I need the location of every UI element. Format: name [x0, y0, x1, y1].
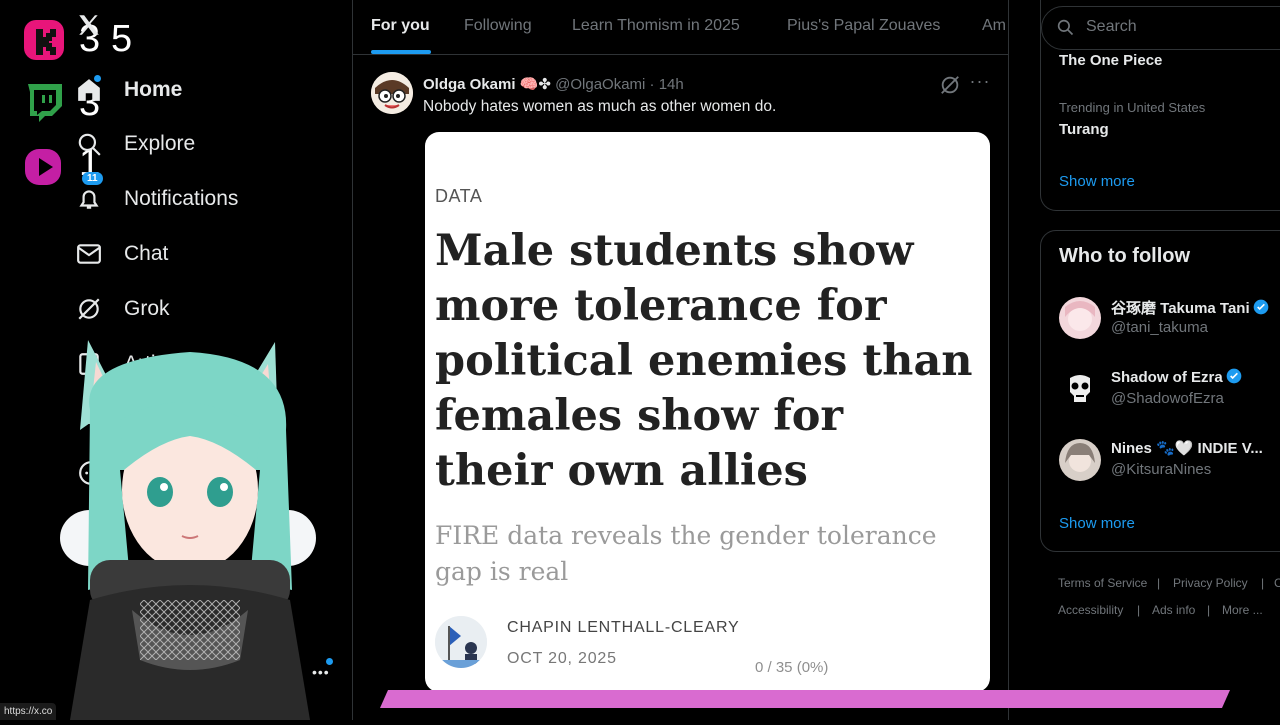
card-date: OCT 20, 2025 — [507, 650, 617, 667]
user-name[interactable]: Nines 🐾🤍 INDIE V... — [1111, 439, 1263, 457]
post-text: Nobody hates women as much as other wome… — [423, 98, 777, 115]
timeline-tabs: For you Following Learn Thomism in 2025 … — [353, 0, 1008, 55]
right-sidebar: The One Piece Trending in United States … — [1007, 0, 1280, 720]
article-card[interactable]: DATA Male students show more tolerance f… — [425, 132, 990, 692]
bell-icon: 11 — [74, 172, 104, 214]
verified-badge-icon — [1226, 368, 1242, 384]
trend-item-name[interactable]: Turang — [1059, 121, 1109, 138]
verified-badge-icon — [1253, 299, 1268, 315]
progress-text: 0 / 35 (0%) — [755, 659, 829, 676]
card-title: Male students show more tolerance for po… — [435, 226, 973, 496]
card-author-avatar — [435, 616, 487, 668]
trends-show-more-link[interactable]: Show more — [1059, 173, 1135, 190]
user-handle: @tani_takuma — [1111, 319, 1208, 336]
post-header: Oldga Okami 🧠✤ @OlgaOkami · 14h — [423, 76, 684, 93]
user-handle: @KitsuraNines — [1111, 461, 1212, 478]
user-name[interactable]: Shadow of Ezra — [1111, 368, 1242, 386]
user-avatar[interactable] — [1059, 297, 1101, 339]
tab-learn-thomism[interactable]: Learn Thomism in 2025 — [572, 17, 740, 35]
home-icon — [74, 75, 104, 105]
emoji-flair-icon: 🧠✤ — [519, 76, 551, 93]
rumble-icon — [22, 145, 66, 189]
user-avatar[interactable] — [1059, 368, 1101, 410]
tab-for-you[interactable]: For you — [371, 17, 430, 35]
nav-notifications[interactable]: 11 Notifications — [74, 172, 239, 219]
notifications-badge: 11 — [82, 172, 103, 185]
tab-papal-zouaves[interactable]: Pius's Papal Zouaves — [787, 17, 940, 35]
tab-following[interactable]: Following — [464, 17, 532, 35]
nav-grok[interactable]: Grok — [74, 289, 170, 329]
trends-panel: The One Piece Trending in United States … — [1040, 0, 1280, 211]
card-author-name: CHAPIN LENTHALL-CLEARY — [507, 619, 740, 636]
nav-notifications-label: Notifications — [124, 187, 239, 210]
envelope-icon — [74, 239, 104, 269]
kick-icon — [22, 18, 66, 62]
overlay-count-2: 5 — [111, 18, 133, 60]
search-icon — [74, 129, 104, 159]
follow-suggestion[interactable]: Shadow of Ezra @ShadowofEzra — [1059, 366, 1280, 418]
user-avatar[interactable] — [1059, 439, 1101, 481]
nav-home-label: Home — [124, 78, 183, 101]
footer-accessibility-link[interactable]: Accessibility — [1058, 603, 1123, 617]
who-to-follow-panel: Who to follow 谷琢磨 Takuma Tani @tani_taku… — [1040, 230, 1280, 552]
nav-chat[interactable]: Chat — [74, 234, 168, 274]
grok-icon — [74, 294, 104, 324]
nav-explore[interactable]: Explore — [74, 124, 195, 164]
follow-show-more-link[interactable]: Show more — [1059, 515, 1135, 532]
user-handle: @ShadowofEzra — [1111, 390, 1224, 407]
post-author-avatar[interactable] — [371, 72, 413, 114]
post-time[interactable]: 14h — [659, 76, 684, 93]
main-timeline: For you Following Learn Thomism in 2025 … — [352, 0, 1009, 720]
nav-chat-label: Chat — [124, 242, 169, 265]
footer-ads-info-link[interactable]: Ads info — [1152, 603, 1195, 617]
post-more-icon[interactable]: ··· — [969, 72, 991, 94]
footer-cookie-link[interactable]: C — [1274, 576, 1280, 590]
trend-item-context: Trending in United States — [1059, 100, 1206, 115]
follow-suggestion[interactable]: 谷琢磨 Takuma Tani @tani_takuma — [1059, 295, 1280, 347]
twitch-icon — [22, 80, 66, 124]
footer-privacy-link[interactable]: Privacy Policy — [1173, 576, 1248, 590]
status-bar-url: https://x.co — [0, 703, 57, 720]
user-name[interactable]: 谷琢磨 Takuma Tani — [1111, 297, 1269, 318]
post-author-name[interactable]: Oldga Okami — [423, 76, 516, 93]
nav-grok-label: Grok — [124, 297, 170, 320]
footer-terms-link[interactable]: Terms of Service — [1058, 576, 1147, 590]
account-more-icon[interactable]: ••• — [312, 664, 330, 680]
nav-explore-label: Explore — [124, 132, 196, 155]
card-subtitle: FIRE data reveals the gender tolerance g… — [435, 521, 937, 586]
who-to-follow-title: Who to follow — [1059, 245, 1191, 267]
x-logo-icon[interactable] — [76, 12, 102, 43]
post[interactable]: Oldga Okami 🧠✤ @OlgaOkami · 14h Nobody h… — [353, 54, 1008, 720]
left-sidebar: 3 5 3 1 Home Explore 11 Notifications Ch… — [0, 0, 352, 720]
follow-suggestion[interactable]: Nines 🐾🤍 INDIE V... @KitsuraNines — [1059, 437, 1280, 489]
nav-home[interactable]: Home — [74, 70, 182, 110]
vtuber-avatar — [60, 340, 320, 720]
trend-item-name[interactable]: The One Piece — [1059, 52, 1162, 69]
card-tag: DATA — [435, 186, 483, 206]
footer-more-link[interactable]: More ... — [1222, 603, 1263, 617]
tab-am[interactable]: Am — [982, 17, 1006, 35]
post-author-handle[interactable]: @OlgaOkami — [555, 76, 645, 93]
grok-explain-icon[interactable] — [939, 74, 961, 96]
